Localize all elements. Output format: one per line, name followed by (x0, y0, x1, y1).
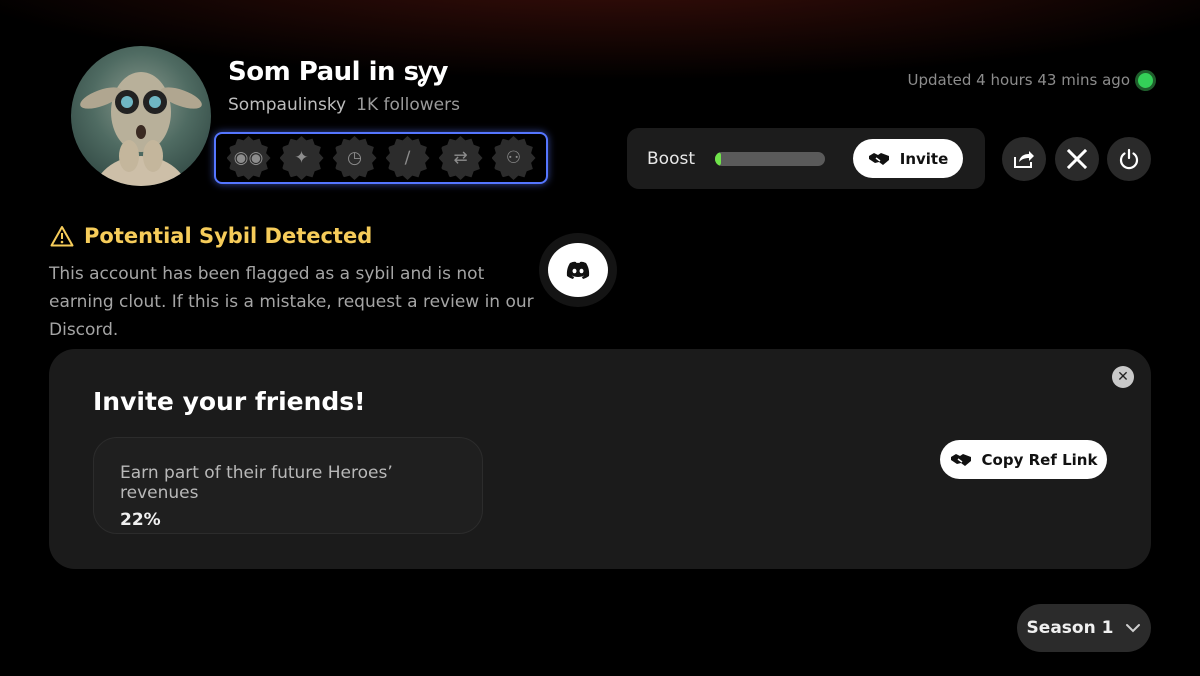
users-badge-icon[interactable]: ⚇ (491, 136, 536, 180)
sybil-warning-heading: Potential Sybil Detected (50, 224, 372, 248)
wand-badge-icon[interactable]: ✦ (279, 136, 324, 180)
invite-button-label: Invite (899, 149, 949, 168)
chevron-down-icon (1126, 624, 1141, 633)
updated-text: Updated 4 hours 43 mins ago (907, 71, 1130, 89)
boost-progress-bar (715, 151, 825, 166)
copy-ref-link-button[interactable]: Copy Ref Link (940, 440, 1107, 479)
invite-card-title: Invite your friends! (93, 387, 366, 416)
boost-label: Boost (647, 148, 695, 169)
profile-name: Som Paul in sỿу (228, 57, 448, 87)
copy-ref-link-label: Copy Ref Link (981, 450, 1098, 469)
x-button[interactable] (1055, 137, 1099, 181)
profile-meta: Sompaulinsky 1K followers (228, 95, 460, 115)
invite-friends-card: Invite your friends! ✕ Earn part of thei… (49, 349, 1151, 569)
share-button[interactable] (1002, 137, 1046, 181)
boost-panel: Boost Invite (627, 128, 985, 189)
handshake-icon (950, 453, 971, 466)
avatar (71, 46, 211, 186)
discord-button[interactable] (548, 243, 608, 297)
earnings-percentage: 22% (120, 510, 161, 530)
eyes-badge-icon[interactable]: ◉◉ (226, 136, 271, 180)
badge-strip: ◉◉ ✦ ◷ ∕ ⇄ ⚇ (214, 132, 548, 184)
feather-badge-icon[interactable]: ∕ (385, 136, 430, 180)
boost-progress-fill (715, 151, 721, 166)
season-dropdown[interactable]: Season 1 (1017, 604, 1151, 652)
discord-icon (566, 261, 590, 279)
alien-avatar-icon (80, 72, 202, 186)
warning-icon (50, 226, 74, 247)
sybil-warning-text: This account has been flagged as a sybil… (49, 264, 534, 340)
season-label: Season 1 (1026, 618, 1114, 638)
handshake-icon (868, 152, 889, 165)
clock-badge-icon[interactable]: ◷ (332, 136, 377, 180)
share-icon (1014, 151, 1034, 168)
update-status: Updated 4 hours 43 mins ago (908, 71, 1153, 89)
invite-button[interactable]: Invite (853, 139, 963, 178)
x-logo-icon (1067, 149, 1087, 169)
power-icon (1119, 148, 1139, 170)
earnings-label: Earn part of their future Heroes’ revenu… (120, 463, 393, 503)
discord-button-wrapper (539, 233, 617, 307)
repeat-badge-icon[interactable]: ⇄ (438, 136, 483, 180)
followers-count: 1K followers (356, 95, 460, 115)
close-icon[interactable]: ✕ (1112, 366, 1134, 388)
online-indicator-icon (1138, 72, 1153, 88)
sybil-warning-title: Potential Sybil Detected (84, 224, 373, 248)
earnings-info-box: Earn part of their future Heroes’ revenu… (93, 437, 483, 534)
logout-button[interactable] (1107, 137, 1151, 181)
profile-handle[interactable]: Sompaulinsky (228, 95, 346, 115)
